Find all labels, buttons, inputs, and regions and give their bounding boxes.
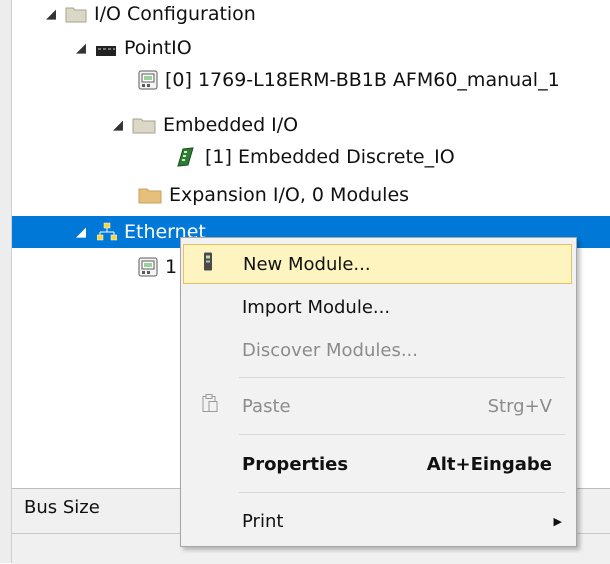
expand-arrow-icon[interactable]: ◢ — [112, 118, 124, 133]
menu-item-paste[interactable]: Paste Strg+V — [183, 386, 572, 426]
submenu-arrow-icon: ▶ — [553, 514, 562, 528]
menu-item-label: Paste — [242, 395, 291, 417]
tree-item-embedded-discrete-io[interactable]: [1] Embedded Discrete_IO — [12, 141, 610, 173]
menu-separator — [239, 492, 565, 493]
expand-arrow-icon[interactable]: ◢ — [75, 41, 87, 56]
folder-icon — [132, 116, 156, 134]
menu-separator — [239, 434, 565, 435]
folder-icon — [138, 186, 162, 204]
tree-item-embedded-io[interactable]: ◢ Embedded I/O — [12, 109, 610, 141]
menu-item-label: Properties — [242, 453, 349, 475]
menu-item-label: Print — [242, 510, 284, 532]
tree-item-label: PointIO — [124, 37, 192, 59]
tree-item-label: [1] Embedded Discrete_IO — [205, 146, 455, 168]
left-frame-border — [0, 0, 12, 563]
discrete-io-module-icon — [175, 146, 195, 168]
bus-icon — [95, 41, 117, 56]
menu-item-import-module[interactable]: Import Module... — [183, 287, 572, 327]
tree-item-pointio[interactable]: ◢ PointIO — [12, 32, 610, 64]
tree-item-controller-module[interactable]: [0] 1769-L18ERM-BB1B AFM60_manual_1 — [12, 64, 610, 96]
menu-item-shortcut: Alt+Eingabe — [426, 453, 552, 475]
tree-item-label: 1 — [165, 256, 178, 278]
tree-item-expansion-io[interactable]: Expansion I/O, 0 Modules — [12, 179, 610, 211]
network-icon — [96, 222, 118, 242]
tree-item-io-configuration[interactable]: ◢ I/O Configuration — [12, 0, 610, 30]
controller-module-icon — [138, 257, 158, 277]
menu-item-discover-modules[interactable]: Discover Modules... — [183, 330, 572, 370]
new-module-icon — [202, 252, 214, 277]
tree-item-label: Expansion I/O, 0 Modules — [169, 184, 410, 206]
bus-size-label: Bus Size — [24, 497, 100, 518]
controller-module-icon — [138, 70, 158, 90]
tree-item-label: I/O Configuration — [94, 3, 256, 25]
expand-arrow-icon[interactable]: ◢ — [75, 225, 87, 240]
context-menu: New Module... Import Module... Discover … — [180, 237, 577, 547]
menu-item-label: Import Module... — [242, 296, 391, 318]
menu-item-label: New Module... — [243, 253, 371, 275]
folder-icon — [65, 5, 87, 23]
menu-item-label: Discover Modules... — [242, 339, 418, 361]
menu-separator — [239, 377, 565, 378]
tree-item-label: Embedded I/O — [163, 114, 299, 136]
expand-arrow-icon[interactable]: ◢ — [45, 7, 57, 22]
menu-item-print[interactable]: Print ▶ — [183, 501, 572, 541]
menu-item-shortcut: Strg+V — [487, 395, 552, 417]
menu-item-properties[interactable]: Properties Alt+Eingabe — [183, 444, 572, 484]
tree-item-label: [0] 1769-L18ERM-BB1B AFM60_manual_1 — [165, 69, 560, 91]
menu-item-new-module[interactable]: New Module... — [183, 244, 572, 284]
paste-icon — [201, 394, 219, 419]
